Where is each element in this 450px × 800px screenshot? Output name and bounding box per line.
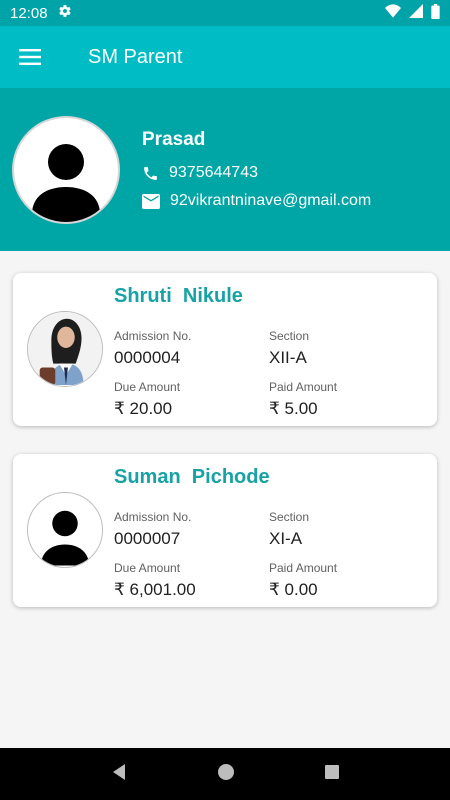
parent-phone: 9375644743 bbox=[169, 164, 258, 181]
student-card[interactable]: Shruti Nikule Admission No. 0000004 Sect… bbox=[13, 273, 437, 426]
admission-field: Admission No. 0000004 bbox=[114, 329, 191, 368]
student-name: Suman Pichode bbox=[114, 466, 270, 488]
status-time: 12:08 bbox=[10, 4, 48, 22]
student-photo bbox=[27, 311, 103, 387]
app-title: SM Parent bbox=[88, 45, 183, 68]
admission-number: 0000004 bbox=[114, 348, 181, 367]
menu-button[interactable] bbox=[0, 26, 60, 88]
due-amount-label: Due Amount bbox=[114, 380, 181, 394]
due-amount-label: Due Amount bbox=[114, 561, 181, 575]
parent-phone-row[interactable]: 9375644743 bbox=[142, 164, 258, 182]
home-button[interactable] bbox=[217, 763, 235, 786]
student-name: Shruti Nikule bbox=[114, 285, 243, 307]
paid-amount-value: ₹ 0.00 bbox=[269, 580, 318, 599]
settings-icon bbox=[58, 4, 72, 22]
section-label: Section bbox=[269, 329, 310, 343]
phone-icon bbox=[144, 166, 157, 180]
email-icon bbox=[142, 193, 160, 209]
admission-number: 0000007 bbox=[114, 529, 181, 548]
paid-amount-label: Paid Amount bbox=[269, 561, 338, 575]
parent-email-row[interactable]: 92vikrantninave@gmail.com bbox=[142, 192, 371, 210]
due-amount-field: Due Amount ₹ 6,001.00 bbox=[114, 561, 196, 600]
due-amount-value: ₹ 20.00 bbox=[114, 399, 173, 418]
system-nav-bar bbox=[0, 748, 450, 800]
person-icon bbox=[32, 144, 100, 222]
battery-icon bbox=[431, 3, 440, 23]
admission-label: Admission No. bbox=[114, 510, 192, 524]
wifi-icon bbox=[385, 4, 401, 22]
due-amount-field: Due Amount ₹ 20.00 bbox=[114, 380, 180, 419]
recents-button[interactable] bbox=[324, 764, 340, 785]
status-bar: 12:08 bbox=[0, 0, 450, 26]
student-photo bbox=[27, 492, 103, 568]
parent-profile-header: Prasad 9375644743 92vikrantninave@gmail.… bbox=[0, 88, 450, 251]
parent-avatar bbox=[12, 116, 120, 224]
home-icon bbox=[217, 763, 234, 780]
paid-amount-label: Paid Amount bbox=[269, 380, 338, 394]
student-photo-icon bbox=[28, 312, 102, 385]
admission-field: Admission No. 0000007 bbox=[114, 510, 191, 549]
student-card[interactable]: Suman Pichode Admission No. 0000007 Sect… bbox=[13, 454, 437, 607]
section-value: XII-A bbox=[269, 348, 307, 367]
section-field: Section XI-A bbox=[269, 510, 309, 549]
due-amount-value: ₹ 6,001.00 bbox=[114, 580, 196, 599]
parent-email: 92vikrantninave@gmail.com bbox=[170, 192, 372, 209]
paid-amount-value: ₹ 5.00 bbox=[269, 399, 318, 418]
section-value: XI-A bbox=[269, 529, 303, 548]
app-bar: SM Parent bbox=[0, 26, 450, 88]
recents-icon bbox=[324, 764, 339, 779]
signal-icon bbox=[409, 4, 423, 22]
paid-amount-field: Paid Amount ₹ 0.00 bbox=[269, 561, 337, 600]
hamburger-icon bbox=[19, 49, 41, 65]
section-field: Section XII-A bbox=[269, 329, 309, 368]
back-icon bbox=[113, 763, 126, 780]
parent-name: Prasad bbox=[142, 129, 206, 150]
back-button[interactable] bbox=[110, 763, 128, 786]
admission-label: Admission No. bbox=[114, 329, 192, 343]
paid-amount-field: Paid Amount ₹ 5.00 bbox=[269, 380, 337, 419]
person-icon bbox=[41, 510, 89, 566]
section-label: Section bbox=[269, 510, 310, 524]
